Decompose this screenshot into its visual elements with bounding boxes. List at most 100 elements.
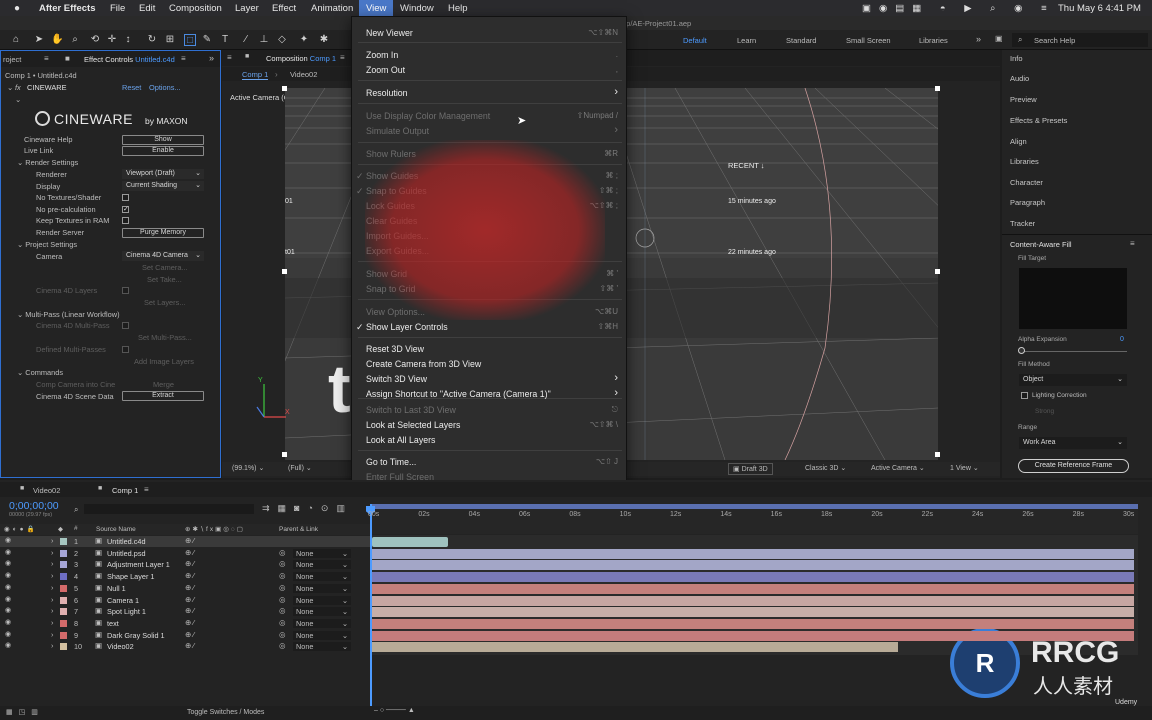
label-color-swatch[interactable] [60, 549, 67, 557]
menu-item[interactable]: Switch to Last 3D View ⎋ [352, 405, 628, 418]
parent-dropdown[interactable]: None ⌄ [293, 560, 351, 570]
label-color-swatch[interactable] [60, 619, 67, 627]
eye-icon[interactable]: ◉ [5, 630, 11, 638]
expand-icon[interactable]: › [51, 595, 53, 604]
display-dropdown[interactable]: Current Shading ⌄ [122, 181, 204, 191]
layer-duration-bar[interactable] [372, 642, 898, 653]
no-precalc-checkbox[interactable]: ✓ [122, 206, 129, 213]
layer-switches[interactable]: ⊕ ∕ [185, 630, 194, 639]
menu-item[interactable]: Assign Shortcut to "Active Camera (Camer… [352, 387, 628, 402]
parent-dropdown[interactable]: None ⌄ [293, 595, 351, 605]
work-area-bar[interactable] [370, 504, 1138, 509]
search-help-box[interactable]: ⌕ Search Help [1012, 33, 1148, 47]
layer-switches[interactable]: ⊕ ∕ [185, 559, 194, 568]
close-tab-icon[interactable]: ■ [20, 485, 24, 492]
panel-preview[interactable]: Preview [1010, 95, 1037, 104]
expand-icon[interactable]: › [51, 536, 53, 545]
expand-icon[interactable]: › [51, 548, 53, 557]
menu-item[interactable]: Zoom Out, [352, 65, 628, 78]
menu-file[interactable]: File [110, 3, 125, 14]
subtab-comp1[interactable]: Comp 1 [242, 70, 269, 80]
panel-paragraph[interactable]: Paragraph [1010, 198, 1045, 207]
layer-switches[interactable]: ⊕ ∕ [185, 583, 194, 592]
eye-icon[interactable]: ◉ [5, 595, 11, 603]
type-tool-icon[interactable]: T [219, 34, 231, 46]
expand-icon[interactable]: › [51, 641, 53, 650]
expand-icon[interactable]: › [51, 583, 53, 592]
panel-audio[interactable]: Audio [1010, 74, 1029, 83]
range-dropdown[interactable]: Work Area ⌄ [1019, 437, 1127, 449]
eye-icon[interactable]: ◉ [5, 548, 11, 556]
pick-whip-icon[interactable]: ◎ [279, 606, 285, 615]
roto-tool-icon[interactable]: ✦ [298, 34, 310, 46]
layer-name[interactable]: Adjustment Layer 1 [107, 560, 170, 569]
eye-icon[interactable]: ◉ [5, 641, 11, 649]
alpha-expansion-value[interactable]: 0 [1120, 336, 1124, 343]
menu-item[interactable]: Snap to Grid ⇧⌘ ' [352, 284, 628, 297]
zoom-slider[interactable]: – ○ ──── ▲ [374, 707, 415, 714]
menu-item[interactable]: Reset 3D View [352, 344, 628, 357]
table-row[interactable]: ◉ › 7 ▣ Spot Light 1 ⊕ ∕ ◎ None ⌄ [0, 606, 370, 617]
parent-dropdown[interactable]: None ⌄ [293, 572, 351, 582]
layer-duration-bar[interactable] [372, 618, 1134, 629]
keep-textures-checkbox[interactable] [122, 217, 129, 224]
table-row[interactable]: ◉ › 5 ▣ Null 1 ⊕ ∕ ◎ None ⌄ [0, 583, 370, 594]
eye-icon[interactable]: ◉ [5, 571, 11, 579]
home-icon[interactable]: ⌂ [10, 34, 22, 46]
workspace-standard[interactable]: Standard [786, 36, 816, 45]
menu-item[interactable]: Zoom In. [352, 50, 628, 63]
eraser-tool-icon[interactable]: ◇ [276, 34, 288, 46]
menu-item[interactable]: Export Guides... [352, 246, 628, 259]
views-dropdown[interactable]: 1 View ⌄ [950, 464, 979, 472]
label-color-swatch[interactable] [60, 573, 67, 581]
eye-icon[interactable]: ◉ [5, 618, 11, 626]
eye-icon[interactable]: ◉ [5, 559, 11, 567]
panel-info[interactable]: Info [1010, 54, 1023, 63]
dolly-tool-icon[interactable]: ↕ [122, 34, 134, 46]
layer-name[interactable]: Untitled.c4d [107, 537, 146, 546]
layer-duration-bar[interactable] [372, 583, 1134, 594]
workspace-default[interactable]: Default [683, 36, 707, 45]
overflow-icon[interactable]: » [209, 53, 214, 63]
table-row[interactable]: ◉ › 1 ▣ Untitled.c4d ⊕ ∕ [0, 536, 370, 547]
menu-item[interactable]: New Viewer ⌥⇧⌘N [352, 28, 628, 41]
zoom-dropdown[interactable]: (99.1%) ⌄ [232, 464, 264, 472]
pick-whip-icon[interactable]: ◎ [279, 618, 285, 627]
table-row[interactable]: ◉ › 6 ▣ Camera 1 ⊕ ∕ ◎ None ⌄ [0, 595, 370, 606]
panel-align[interactable]: Align [1010, 137, 1027, 146]
menu-help[interactable]: Help [448, 3, 468, 14]
pick-whip-icon[interactable]: ◎ [279, 571, 285, 580]
label-color-swatch[interactable] [60, 631, 67, 639]
workspace-small-screen[interactable]: Small Screen [846, 36, 891, 45]
label-color-swatch[interactable] [60, 643, 67, 651]
workspace-more-icon[interactable]: » [976, 34, 981, 44]
reset-link[interactable]: Reset [122, 83, 141, 92]
alpha-expansion-slider[interactable] [1020, 351, 1127, 352]
create-reference-frame-button[interactable]: Create Reference Frame [1018, 459, 1129, 473]
panel-tracker[interactable]: Tracker [1010, 219, 1035, 228]
table-row[interactable]: ◉ › 10 ▣ Video02 ⊕ ∕ ◎ None ⌄ [0, 641, 370, 652]
menu-item[interactable]: Simulate Output › [352, 124, 628, 139]
timeline-tab-video02[interactable]: Video02 [33, 486, 60, 495]
set-multipass-button[interactable]: Set Multi-Pass... [138, 333, 192, 342]
table-row[interactable]: ◉ › 9 ▣ Dark Gray Solid 1 ⊕ ∕ ◎ None ⌄ [0, 630, 370, 641]
c4d-layers-checkbox[interactable] [122, 287, 129, 294]
tab-menu-icon[interactable]: ≡ [340, 53, 345, 62]
label-color-swatch[interactable] [60, 608, 67, 616]
layer-duration-bar[interactable] [372, 607, 1134, 618]
disclosure-icon[interactable]: ⌄ [15, 95, 21, 104]
expand-icon[interactable]: › [51, 559, 53, 568]
menu-item[interactable]: ✓ Show Guides ⌘ ; [352, 171, 628, 184]
draft-3d-toggle[interactable]: ▣ Draft 3D [728, 463, 773, 475]
parent-dropdown[interactable]: None ⌄ [293, 630, 351, 640]
label-color-swatch[interactable] [60, 596, 67, 604]
pick-whip-icon[interactable]: ◎ [279, 595, 285, 604]
menu-item[interactable]: Look at All Layers [352, 435, 628, 448]
handle-tl[interactable] [282, 86, 287, 91]
quality-dropdown[interactable]: (Full) ⌄ [288, 464, 312, 472]
menu-item[interactable]: View Options... ⌥⌘U [352, 307, 628, 320]
tab-effect-controls[interactable]: Effect Controls Untitled.c4d [84, 55, 175, 64]
set-camera-button[interactable]: Set Camera... [142, 263, 188, 272]
brush-tool-icon[interactable]: ∕ [240, 34, 252, 46]
layer-name[interactable]: Untitled.psd [107, 549, 146, 558]
